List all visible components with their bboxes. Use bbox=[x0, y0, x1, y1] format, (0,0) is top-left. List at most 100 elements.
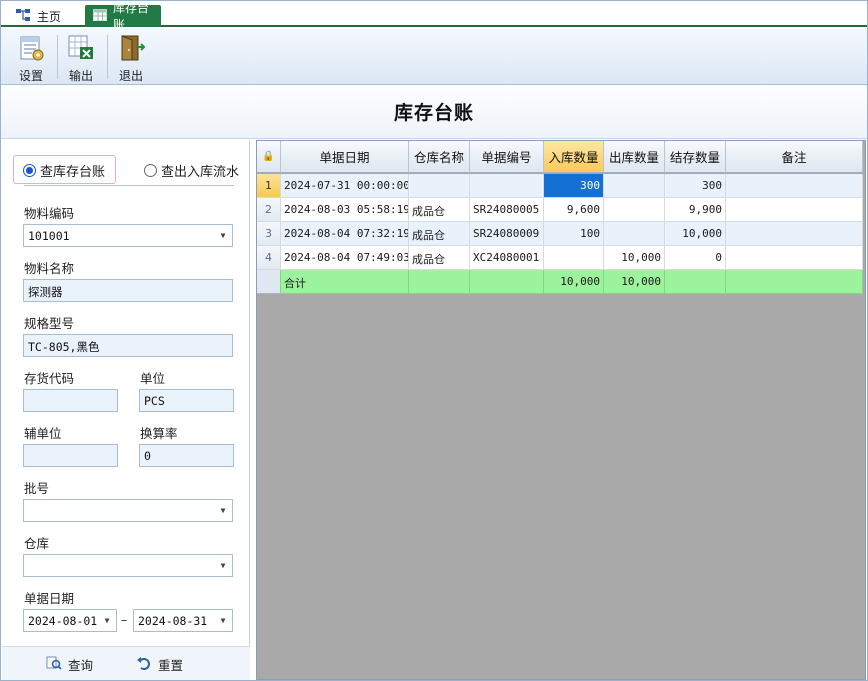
aux-unit-field[interactable] bbox=[23, 444, 118, 467]
settings-button[interactable]: 设置 bbox=[9, 31, 53, 83]
cell-date[interactable]: 2024-07-31 00:00:00 bbox=[281, 174, 409, 198]
cell-balance[interactable]: 0 bbox=[665, 246, 726, 270]
chevron-down-icon[interactable]: ▼ bbox=[214, 225, 232, 246]
cell-in-qty[interactable]: 9,600 bbox=[544, 198, 604, 222]
reset-label: 重置 bbox=[158, 658, 184, 673]
total-cell bbox=[726, 270, 863, 294]
col-header-doc-no[interactable]: 单据编号 bbox=[470, 141, 544, 173]
cell-warehouse[interactable] bbox=[409, 174, 470, 198]
exit-button[interactable]: 退出 bbox=[109, 31, 153, 83]
cell-balance[interactable]: 300 bbox=[665, 174, 726, 198]
reset-button[interactable]: 重置 bbox=[136, 655, 183, 674]
col-header-warehouse[interactable]: 仓库名称 bbox=[409, 141, 470, 173]
tab-inventory-ledger[interactable]: 库存台账 bbox=[85, 1, 161, 32]
batch-label: 批号 bbox=[24, 481, 50, 496]
total-in-qty: 10,000 bbox=[544, 270, 604, 294]
radio-io-flow[interactable]: 查出入库流水 bbox=[144, 161, 239, 180]
material-name-field[interactable]: 探测器 bbox=[23, 279, 233, 302]
date-to-picker[interactable]: 2024-08-31 ▼ bbox=[133, 609, 233, 632]
spec-label: 规格型号 bbox=[24, 316, 75, 331]
cell-doc-no[interactable]: XC24080001 bbox=[470, 246, 544, 270]
cell-remark[interactable] bbox=[726, 174, 863, 198]
material-code-combo[interactable]: 101001 ▼ bbox=[23, 224, 233, 247]
table-row[interactable]: 1 2024-07-31 00:00:00 300 300 bbox=[257, 174, 863, 198]
spec-value: TC-805,黑色 bbox=[28, 340, 100, 354]
export-excel-icon bbox=[66, 33, 96, 63]
toolbar-separator bbox=[57, 35, 58, 79]
unit-field[interactable]: PCS bbox=[139, 389, 234, 412]
cell-in-qty[interactable] bbox=[544, 246, 604, 270]
aux-unit-label: 辅单位 bbox=[24, 426, 62, 441]
undo-icon bbox=[136, 655, 152, 674]
app-window: 主页 库存台账 设置 输出 退出 库存台账 查库存台账 查出入库流水 物料编码 … bbox=[0, 0, 868, 681]
radio-selected-icon bbox=[23, 164, 36, 177]
conv-rate-label: 换算率 bbox=[140, 426, 178, 441]
date-from-value: 2024-08-01 bbox=[28, 614, 98, 628]
radio-io-flow-label: 查出入库流水 bbox=[161, 165, 240, 180]
cell-doc-no[interactable] bbox=[470, 174, 544, 198]
spec-field[interactable]: TC-805,黑色 bbox=[23, 334, 233, 357]
cell-remark[interactable] bbox=[726, 246, 863, 270]
cell-date[interactable]: 2024-08-04 07:49:03 bbox=[281, 246, 409, 270]
settings-label: 设置 bbox=[18, 69, 43, 83]
cell-out-qty[interactable] bbox=[604, 174, 665, 198]
radio-inventory-ledger[interactable]: 查库存台账 bbox=[23, 161, 105, 180]
total-label: 合计 bbox=[281, 270, 409, 294]
radio-inventory-ledger-label: 查库存台账 bbox=[40, 165, 106, 180]
sitemap-icon bbox=[15, 8, 31, 25]
chevron-down-icon[interactable]: ▼ bbox=[214, 500, 232, 521]
toolbar-separator bbox=[107, 35, 108, 79]
material-name-value: 探测器 bbox=[28, 285, 63, 299]
chevron-down-icon[interactable]: ▼ bbox=[214, 555, 232, 576]
total-cell bbox=[470, 270, 544, 294]
material-name-label: 物料名称 bbox=[24, 261, 75, 276]
lock-icon: 🔒 bbox=[262, 151, 275, 162]
total-cell bbox=[665, 270, 726, 294]
cell-warehouse[interactable]: 成品仓 bbox=[409, 222, 470, 246]
date-to-value: 2024-08-31 bbox=[138, 614, 208, 628]
cell-doc-no[interactable]: SR24080009 bbox=[470, 222, 544, 246]
cell-out-qty[interactable]: 10,000 bbox=[604, 246, 665, 270]
cell-in-qty[interactable]: 100 bbox=[544, 222, 604, 246]
table-row[interactable]: 2 2024-08-03 05:58:19 成品仓 SR24080005 9,6… bbox=[257, 198, 863, 222]
unit-value: PCS bbox=[144, 394, 165, 408]
cell-balance[interactable]: 9,900 bbox=[665, 198, 726, 222]
col-header-in-qty[interactable]: 入库数量 bbox=[544, 141, 604, 173]
warehouse-combo[interactable]: ▼ bbox=[23, 554, 233, 577]
export-button[interactable]: 输出 bbox=[59, 31, 103, 83]
col-header-remark[interactable]: 备注 bbox=[726, 141, 863, 173]
date-from-picker[interactable]: 2024-08-01 ▼ bbox=[23, 609, 117, 632]
cell-doc-no[interactable]: SR24080005 bbox=[470, 198, 544, 222]
date-label: 单据日期 bbox=[24, 591, 75, 606]
col-header-out-qty[interactable]: 出库数量 bbox=[604, 141, 665, 173]
unit-label: 单位 bbox=[140, 371, 166, 386]
cell-warehouse[interactable]: 成品仓 bbox=[409, 246, 470, 270]
cell-remark[interactable] bbox=[726, 198, 863, 222]
col-header-date[interactable]: 单据日期 bbox=[281, 141, 409, 173]
cell-date[interactable]: 2024-08-03 05:58:19 bbox=[281, 198, 409, 222]
chevron-down-icon[interactable]: ▼ bbox=[214, 610, 232, 631]
conv-rate-value: 0 bbox=[144, 449, 151, 463]
table-row[interactable]: 4 2024-08-04 07:49:03 成品仓 XC24080001 10,… bbox=[257, 246, 863, 270]
table-row[interactable]: 3 2024-08-04 07:32:19 成品仓 SR24080009 100… bbox=[257, 222, 863, 246]
page-title: 库存台账 bbox=[393, 102, 474, 124]
cell-remark[interactable] bbox=[726, 222, 863, 246]
exit-door-icon bbox=[116, 33, 146, 63]
stock-code-field[interactable] bbox=[23, 389, 118, 412]
cell-balance[interactable]: 10,000 bbox=[665, 222, 726, 246]
chevron-down-icon[interactable]: ▼ bbox=[98, 610, 116, 631]
stock-code-label: 存货代码 bbox=[24, 371, 75, 386]
cell-warehouse[interactable]: 成品仓 bbox=[409, 198, 470, 222]
tab-home[interactable]: 主页 bbox=[7, 5, 69, 27]
row-number: 2 bbox=[257, 198, 281, 222]
cell-in-qty[interactable]: 300 bbox=[544, 174, 604, 198]
search-icon bbox=[46, 655, 62, 674]
conv-rate-field[interactable]: 0 bbox=[139, 444, 234, 467]
cell-date[interactable]: 2024-08-04 07:32:19 bbox=[281, 222, 409, 246]
batch-combo[interactable]: ▼ bbox=[23, 499, 233, 522]
cell-out-qty[interactable] bbox=[604, 198, 665, 222]
col-header-balance[interactable]: 结存数量 bbox=[665, 141, 726, 173]
query-button[interactable]: 查询 bbox=[46, 655, 93, 674]
grid-corner[interactable]: 🔒 bbox=[257, 141, 281, 173]
cell-out-qty[interactable] bbox=[604, 222, 665, 246]
